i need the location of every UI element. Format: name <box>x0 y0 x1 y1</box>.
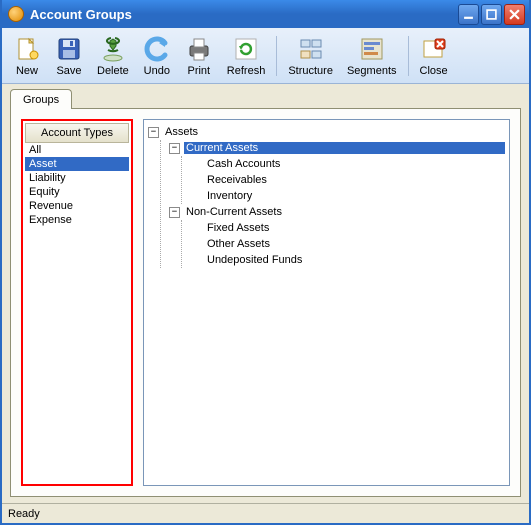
segments-button[interactable]: Segments <box>340 31 404 81</box>
delete-label: Delete <box>97 65 129 77</box>
tree-row[interactable]: −Current Assets <box>167 140 507 156</box>
refresh-label: Refresh <box>227 65 266 77</box>
tree-node-label: Receivables <box>205 174 505 186</box>
toolbar: New Save Delete Undo Print <box>2 28 529 84</box>
tree-row[interactable]: Fixed Assets <box>188 220 507 236</box>
account-type-item[interactable]: All <box>25 143 129 157</box>
segments-label: Segments <box>347 65 397 77</box>
tree-spacer <box>190 223 201 234</box>
tree-node-label: Fixed Assets <box>205 222 505 234</box>
close-window-button[interactable] <box>504 4 525 25</box>
tree-spacer <box>190 175 201 186</box>
undo-icon <box>143 35 171 63</box>
account-types-list: AllAssetLiabilityEquityRevenueExpense <box>25 143 129 482</box>
account-types-panel: Account Types AllAssetLiabilityEquityRev… <box>21 119 133 486</box>
account-type-item[interactable]: Asset <box>25 157 129 171</box>
tab-groups[interactable]: Groups <box>10 89 72 109</box>
close-icon <box>420 35 448 63</box>
tree-node-label: Undeposited Funds <box>205 254 505 266</box>
account-type-item[interactable]: Liability <box>25 171 129 185</box>
print-label: Print <box>187 65 210 77</box>
account-type-item[interactable]: Expense <box>25 213 129 227</box>
tree-spacer <box>190 255 201 266</box>
tree-node-label: Cash Accounts <box>205 158 505 170</box>
account-types-header: Account Types <box>25 123 129 143</box>
structure-icon <box>297 35 325 63</box>
save-label: Save <box>56 65 81 77</box>
refresh-button[interactable]: Refresh <box>220 31 273 81</box>
tree-spacer <box>190 239 201 250</box>
delete-icon <box>99 35 127 63</box>
account-type-item[interactable]: Revenue <box>25 199 129 213</box>
delete-button[interactable]: Delete <box>90 31 136 81</box>
tabbar: Groups <box>2 84 529 108</box>
structure-button[interactable]: Structure <box>281 31 340 81</box>
save-button[interactable]: Save <box>48 31 90 81</box>
tree-row[interactable]: −Non-Current Assets <box>167 204 507 220</box>
print-icon <box>185 35 213 63</box>
tree-node-label: Current Assets <box>184 142 505 154</box>
structure-label: Structure <box>288 65 333 77</box>
tree-row[interactable]: Cash Accounts <box>188 156 507 172</box>
save-icon <box>55 35 83 63</box>
status-text: Ready <box>8 508 40 520</box>
close-button[interactable]: Close <box>413 31 455 81</box>
window-title: Account Groups <box>30 7 458 22</box>
new-button[interactable]: New <box>6 31 48 81</box>
new-icon <box>13 35 41 63</box>
minimize-button[interactable] <box>458 4 479 25</box>
tree-node-label: Inventory <box>205 190 505 202</box>
tree-row[interactable]: Other Assets <box>188 236 507 252</box>
toolbar-separator <box>276 36 277 76</box>
tree-row[interactable]: Undeposited Funds <box>188 252 507 268</box>
tree-row[interactable]: −Assets <box>146 124 507 140</box>
tree-node-label: Assets <box>163 126 505 138</box>
collapse-icon[interactable]: − <box>169 207 180 218</box>
close-label: Close <box>420 65 448 77</box>
app-icon <box>8 6 24 22</box>
undo-label: Undo <box>144 65 170 77</box>
titlebar: Account Groups <box>2 0 529 28</box>
collapse-icon[interactable]: − <box>148 127 159 138</box>
tree-spacer <box>190 191 201 202</box>
undo-button[interactable]: Undo <box>136 31 178 81</box>
collapse-icon[interactable]: − <box>169 143 180 154</box>
maximize-button[interactable] <box>481 4 502 25</box>
tree-node-label: Non-Current Assets <box>184 206 505 218</box>
tree-spacer <box>190 159 201 170</box>
tree-row[interactable]: Receivables <box>188 172 507 188</box>
print-button[interactable]: Print <box>178 31 220 81</box>
refresh-icon <box>232 35 260 63</box>
content-area: Account Types AllAssetLiabilityEquityRev… <box>10 108 521 497</box>
tree-row[interactable]: Inventory <box>188 188 507 204</box>
statusbar: Ready <box>2 503 529 523</box>
segments-icon <box>358 35 386 63</box>
tree-panel: −Assets−Current AssetsCash AccountsRecei… <box>143 119 510 486</box>
toolbar-separator <box>408 36 409 76</box>
new-label: New <box>16 65 38 77</box>
account-type-item[interactable]: Equity <box>25 185 129 199</box>
tree-node-label: Other Assets <box>205 238 505 250</box>
